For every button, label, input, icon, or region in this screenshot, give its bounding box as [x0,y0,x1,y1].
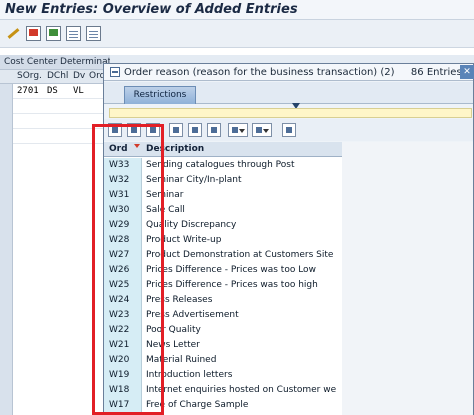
order-reason-code[interactable]: W28 [104,233,142,248]
save-entry-icon[interactable] [46,26,61,41]
list-item[interactable]: W29 Quality Discrepancy [104,218,342,233]
order-reason-description[interactable]: Introduction letters [143,368,342,383]
list-item[interactable]: W25 Prices Difference - Prices was too hi… [104,278,342,293]
list-item[interactable]: W31 Seminar [104,188,342,203]
order-reason-code[interactable]: W32 [104,173,142,188]
list-item[interactable]: W20 Material Ruined [104,353,342,368]
order-reason-code[interactable]: W17 [104,398,142,413]
sort-indicator-icon [134,144,140,148]
find-next-icon[interactable] [188,123,202,137]
new-selection-icon[interactable] [146,123,160,137]
list-empty-area [342,142,473,415]
column-header[interactable]: DChl [47,71,68,81]
dialog-icon [110,67,120,77]
order-reason-description[interactable]: Material Ruined [143,353,342,368]
order-reason-code[interactable]: W25 [104,278,142,293]
distribution-channel-cell[interactable]: DS [47,86,58,96]
dialog-title-text: Order reason (reason for the business tr… [124,67,395,78]
list-item[interactable]: W18 Internet enquiries hosted on Customer… [104,383,342,398]
order-reason-description[interactable]: Prices Difference - Prices was too high [143,278,342,293]
list-header: Ord Description [104,142,342,157]
order-reason-description[interactable]: Press Advertisement [143,308,342,323]
list-item[interactable]: W32 Seminar City/In-plant [104,173,342,188]
panel-title: Cost Center Determination [0,55,110,70]
personalize-icon[interactable] [282,123,296,137]
order-reason-description[interactable]: Sending catalogues through Post [143,158,342,173]
table-row[interactable]: 2701 DS VL [13,84,110,99]
column-header[interactable]: Dv [73,71,85,81]
filter-icon[interactable] [228,123,248,137]
order-reason-description[interactable]: Product Write-up [143,233,342,248]
list-item[interactable]: W21 News Letter [104,338,342,353]
entries-list: Ord Description W33 Sending catalogues th… [104,142,473,415]
dialog-title: Order reason (reason for the business tr… [124,67,474,78]
order-reason-description[interactable]: Internet enquiries hosted on Customer we [143,383,342,398]
sort-ascending-icon[interactable] [207,123,221,137]
description-column-header[interactable]: Description [146,144,204,154]
row-selector-column[interactable] [0,84,13,415]
order-reason-description[interactable]: Press Releases [143,293,342,308]
pencil-icon[interactable] [6,26,21,41]
table-row[interactable] [13,129,110,144]
table-row[interactable] [13,114,110,129]
value-help-dialog: Order reason (reason for the business tr… [103,63,474,415]
list-item[interactable]: W19 Introduction letters [104,368,342,383]
background-table: SOrg. DChl Dv Ord 2701 DS VL [0,70,110,415]
order-reason-code[interactable]: W19 [104,368,142,383]
order-reason-description[interactable]: Poor Quality [143,323,342,338]
copy-icon[interactable] [127,123,141,137]
check-icon[interactable] [108,123,122,137]
division-cell[interactable]: VL [73,86,84,96]
list-item[interactable]: W23 Press Advertisement [104,308,342,323]
list-item[interactable]: W24 Press Releases [104,293,342,308]
order-reason-code[interactable]: W30 [104,203,142,218]
list-item[interactable]: W27 Product Demonstration at Customers Si… [104,248,342,263]
application-toolbar [0,20,474,48]
order-reason-code[interactable]: W31 [104,188,142,203]
order-reason-code[interactable]: W22 [104,323,142,338]
table-header: SOrg. DChl Dv Ord [0,70,110,84]
list-item[interactable]: W26 Prices Difference - Prices was too Lo… [104,263,342,278]
order-reason-description[interactable]: News Letter [143,338,342,353]
list-item[interactable]: W33 Sending catalogues through Post [104,158,342,173]
order-reason-description[interactable]: Quality Discrepancy [143,218,342,233]
order-reason-description[interactable]: Seminar City/In-plant [143,173,342,188]
order-reason-code[interactable]: W27 [104,248,142,263]
order-reason-code[interactable]: W23 [104,308,142,323]
order-reason-description[interactable]: Sale Call [143,203,342,218]
title-bar: New Entries: Overview of Added Entries [0,0,474,20]
tab-strip: Restrictions [104,82,473,104]
order-reason-description[interactable]: Product Demonstration at Customers Site [143,248,342,263]
column-header[interactable]: SOrg. [17,71,42,81]
order-reason-code[interactable]: W20 [104,353,142,368]
restrictions-area[interactable] [109,108,472,118]
select-block-icon[interactable] [66,26,81,41]
order-reason-code[interactable]: W24 [104,293,142,308]
list-item[interactable]: W22 Poor Quality [104,323,342,338]
order-reason-description[interactable]: Prices Difference - Prices was too Low [143,263,342,278]
list-item[interactable]: W30 Sale Call [104,203,342,218]
order-reason-code[interactable]: W26 [104,263,142,278]
order-reason-description[interactable]: Free of Charge Sample [143,398,342,413]
delete-entry-icon[interactable] [26,26,41,41]
order-reason-code[interactable]: W29 [104,218,142,233]
page-title: New Entries: Overview of Added Entries [5,2,298,17]
export-icon[interactable] [252,123,272,137]
list-item[interactable]: W28 Product Write-up [104,233,342,248]
order-reason-code[interactable]: W21 [104,338,142,353]
list-item[interactable]: W17 Free of Charge Sample [104,398,342,413]
dialog-title-bar: Order reason (reason for the business tr… [104,64,474,81]
table-row[interactable] [13,99,110,114]
sales-org-cell[interactable]: 2701 [17,86,39,96]
select-all-icon[interactable] [86,26,101,41]
order-reason-code[interactable]: W18 [104,383,142,398]
order-reason-code[interactable]: W33 [104,158,142,173]
tab-restrictions[interactable]: Restrictions [124,86,196,104]
code-column-header[interactable]: Ord [109,144,128,154]
order-reason-description[interactable]: Seminar [143,188,342,203]
close-icon[interactable]: ✕ [460,65,474,79]
find-icon[interactable] [169,123,183,137]
dialog-toolbar [104,119,473,141]
